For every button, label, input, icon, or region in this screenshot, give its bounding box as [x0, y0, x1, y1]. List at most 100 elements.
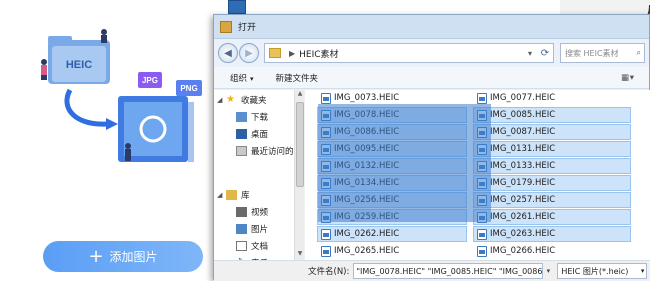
search-input[interactable]: 搜索 HEIC素材 ⌕: [560, 43, 645, 63]
scroll-up-icon[interactable]: ▲: [295, 90, 305, 100]
nav-scrollbar[interactable]: ▲ ▼: [294, 90, 304, 260]
new-folder-button[interactable]: 新建文件夹: [276, 72, 319, 84]
heic-file-icon: [477, 143, 487, 155]
file-item[interactable]: IMG_0134.HEIC: [317, 175, 467, 191]
open-file-dialog: 打开 ◀ ▶ ▶ HEIC素材 ▾ ⟳ 搜索 HEIC素材 ⌕ 组织 ▾ 新建文件…: [213, 14, 650, 281]
file-item[interactable]: IMG_0133.HEIC: [473, 158, 631, 174]
file-item[interactable]: IMG_0179.HEIC: [473, 175, 631, 191]
heic-file-icon: [477, 245, 487, 257]
file-name: IMG_0265.HEIC: [334, 246, 400, 256]
scroll-down-icon[interactable]: ▼: [295, 250, 305, 260]
forward-button[interactable]: ▶: [239, 43, 259, 63]
chevron-down-icon: ▾: [640, 267, 645, 275]
jpg-label: JPG: [142, 76, 158, 85]
file-name: IMG_0256.HEIC: [334, 195, 400, 205]
nav-videos[interactable]: 视频: [236, 206, 268, 218]
nav-library[interactable]: 库: [226, 189, 250, 201]
filename-bar: 文件名(N): "IMG_0078.HEIC" "IMG_0085.HEIC" …: [214, 260, 650, 281]
filetype-select[interactable]: HEIC 图片(*.heic) ▾: [557, 263, 648, 279]
dialog-app-icon: [220, 20, 232, 33]
file-item[interactable]: IMG_0078.HEIC: [317, 107, 467, 123]
chevron-down-icon: ▾: [250, 74, 254, 83]
heic-label: HEIC: [66, 59, 92, 71]
desktop-icon: [236, 129, 247, 139]
add-image-button[interactable]: + 添加图片: [43, 241, 203, 272]
address-dropdown-icon[interactable]: ▾: [523, 49, 537, 58]
file-item[interactable]: IMG_0263.HEIC: [473, 226, 631, 242]
file-name: IMG_0095.HEIC: [334, 144, 400, 154]
file-item[interactable]: IMG_0266.HEIC: [473, 243, 631, 259]
organize-menu[interactable]: 组织 ▾: [230, 72, 254, 84]
heic-file-icon: [477, 126, 487, 138]
app-background: HEIC JPG PNG + 添加图片: [0, 0, 210, 280]
back-button[interactable]: ◀: [218, 43, 238, 63]
file-name: IMG_0263.HEIC: [490, 229, 556, 239]
file-name: IMG_0261.HEIC: [490, 212, 556, 222]
search-placeholder: 搜索 HEIC素材: [565, 48, 619, 58]
file-item[interactable]: IMG_0256.HEIC: [317, 192, 467, 208]
nav-recent[interactable]: 最近访问的: [236, 145, 294, 157]
heic-file-icon: [477, 92, 487, 104]
file-item[interactable]: IMG_0132.HEIC: [317, 158, 467, 174]
file-item[interactable]: IMG_0262.HEIC: [317, 226, 467, 242]
heic-file-icon: [321, 143, 331, 155]
file-name: IMG_0132.HEIC: [334, 161, 400, 171]
heic-file-icon: [321, 92, 331, 104]
scrollbar-thumb[interactable]: [296, 102, 304, 187]
search-icon[interactable]: ⌕: [637, 48, 641, 58]
nav-downloads[interactable]: 下载: [236, 111, 268, 123]
plus-icon: +: [88, 245, 104, 267]
file-item[interactable]: IMG_0086.HEIC: [317, 124, 467, 140]
pictures-icon: [236, 224, 247, 234]
filename-dropdown-icon[interactable]: ▾: [543, 267, 553, 275]
heic-file-icon: [477, 160, 487, 172]
file-item[interactable]: IMG_0131.HEIC: [473, 141, 631, 157]
file-item[interactable]: IMG_0087.HEIC: [473, 124, 631, 140]
recent-places-icon: [236, 146, 247, 156]
file-name: IMG_0134.HEIC: [334, 178, 400, 188]
heic-file-icon: [477, 177, 487, 189]
folder-icon: [269, 48, 281, 58]
heic-file-icon: [321, 160, 331, 172]
nav-pictures[interactable]: 图片: [236, 223, 268, 235]
file-name: IMG_0078.HEIC: [334, 110, 400, 120]
view-options-icon[interactable]: ▦ ▾: [621, 73, 634, 83]
file-item[interactable]: IMG_0259.HEIC: [317, 209, 467, 225]
file-name: IMG_0179.HEIC: [490, 178, 556, 188]
heic-file-icon: [321, 126, 331, 138]
file-item[interactable]: IMG_0077.HEIC: [473, 90, 631, 106]
file-name: IMG_0077.HEIC: [490, 93, 556, 103]
heic-file-icon: [321, 177, 331, 189]
documents-icon: [236, 241, 247, 251]
dialog-toolbar: 组织 ▾ 新建文件夹 ▦ ▾: [214, 67, 649, 89]
address-bar[interactable]: ▶ HEIC素材 ▾ ⟳: [264, 43, 554, 63]
heic-file-icon: [477, 211, 487, 223]
file-item[interactable]: IMG_0261.HEIC: [473, 209, 631, 225]
file-item[interactable]: IMG_0265.HEIC: [317, 243, 467, 259]
filename-input[interactable]: "IMG_0078.HEIC" "IMG_0085.HEIC" "IMG_008…: [353, 263, 544, 279]
expand-caret-icon[interactable]: ◢: [217, 96, 222, 104]
file-name: IMG_0087.HEIC: [490, 127, 556, 137]
dialog-titlebar: 打开: [214, 15, 649, 39]
file-item[interactable]: IMG_0073.HEIC: [317, 90, 467, 106]
download-icon: [236, 112, 247, 122]
nav-desktop[interactable]: 桌面: [236, 128, 268, 140]
expand-caret-icon[interactable]: ◢: [217, 191, 222, 199]
file-item[interactable]: IMG_0085.HEIC: [473, 107, 631, 123]
refresh-icon[interactable]: ⟳: [537, 48, 553, 59]
address-row: ◀ ▶ ▶ HEIC素材 ▾ ⟳ 搜索 HEIC素材 ⌕: [214, 39, 649, 67]
nav-documents[interactable]: 文档: [236, 240, 268, 252]
heic-file-icon: [477, 228, 487, 240]
heic-file-icon: [477, 109, 487, 121]
heic-file-icon: [321, 109, 331, 121]
file-name: IMG_0259.HEIC: [334, 212, 400, 222]
address-folder[interactable]: HEIC素材: [299, 47, 338, 60]
star-icon: ★: [226, 94, 235, 105]
png-label: PNG: [180, 84, 197, 93]
file-list: IMG_0073.HEIC IMG_0078.HEIC IMG_0086.HEIC I…: [305, 90, 650, 260]
nav-favorites[interactable]: ★ 收藏夹: [226, 94, 267, 107]
file-item[interactable]: IMG_0257.HEIC: [473, 192, 631, 208]
arrow-icon: [64, 88, 109, 127]
file-name: IMG_0073.HEIC: [334, 93, 400, 103]
file-item[interactable]: IMG_0095.HEIC: [317, 141, 467, 157]
